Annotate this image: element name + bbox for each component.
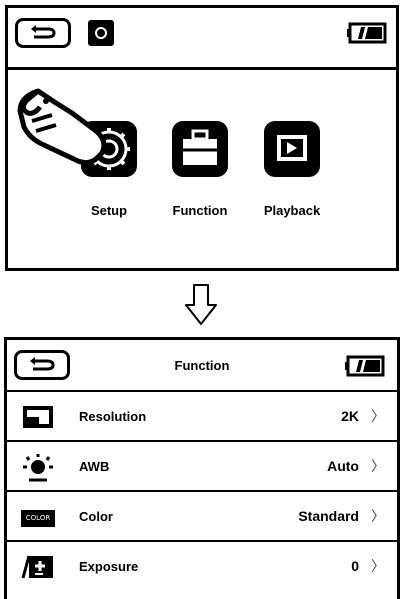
function-tile[interactable] (172, 121, 228, 177)
back-arrow-icon (31, 25, 56, 39)
color-icon: COLOR (21, 510, 55, 527)
camera-icon (88, 20, 114, 46)
resolution-icon (23, 406, 53, 428)
function-header: Function (7, 340, 397, 392)
awb-value: Auto (327, 458, 359, 474)
home-header (8, 8, 396, 70)
battery-icon (345, 354, 387, 383)
briefcase-icon (183, 129, 217, 165)
back-button[interactable] (15, 18, 71, 48)
chevron-right-icon: 〉 (371, 508, 385, 524)
white-balance-icon (23, 454, 53, 482)
page-title: Function (174, 358, 230, 373)
awb-row[interactable]: AWB Auto 〉 (7, 444, 397, 492)
color-value: Standard (298, 508, 359, 524)
function-screen: Function Resolution 2K 〉 AWB Auto 〉 COLO… (4, 337, 400, 599)
awb-label: AWB (79, 459, 110, 474)
playback-label: Playback (263, 203, 321, 218)
hand-pointer-icon (17, 88, 107, 166)
down-arrow-icon (185, 284, 217, 325)
chevron-right-icon: 〉 (371, 408, 385, 424)
exposure-label: Exposure (79, 559, 139, 574)
exposure-value: 0 (351, 558, 359, 574)
resolution-row[interactable]: Resolution 2K 〉 (7, 394, 397, 442)
home-screen: Setup Function Playback (5, 5, 399, 271)
function-label: Function (172, 203, 228, 218)
chevron-right-icon: 〉 (371, 558, 385, 574)
exposure-icon (21, 555, 53, 579)
exposure-row[interactable]: Exposure 0 〉 (7, 544, 397, 592)
battery-icon (347, 21, 389, 50)
playback-tile[interactable] (264, 121, 320, 177)
resolution-label: Resolution (79, 409, 147, 424)
color-label: Color (79, 509, 113, 524)
chevron-right-icon: 〉 (371, 458, 385, 474)
setup-label: Setup (90, 203, 128, 218)
resolution-value: 2K (341, 408, 359, 424)
playback-icon (277, 135, 307, 161)
color-row[interactable]: COLOR Color Standard 〉 (7, 494, 397, 542)
